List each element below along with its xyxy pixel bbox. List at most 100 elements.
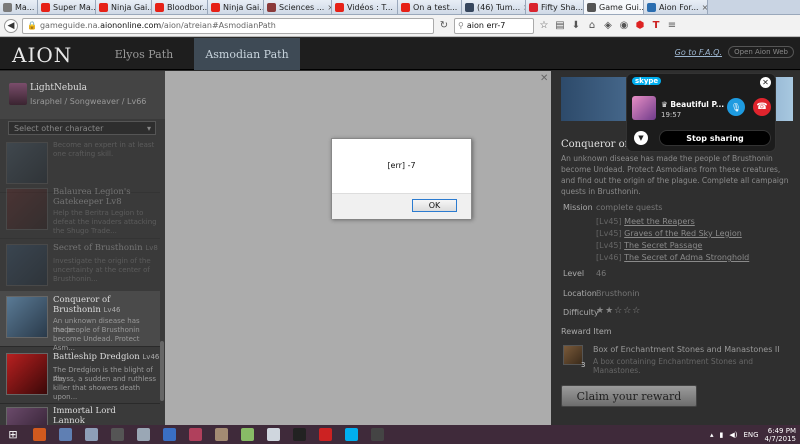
quest-item-description: Become an expert in at least [53,141,155,149]
microphone-icon[interactable]: 🎙 [727,98,745,116]
mission-quest-link[interactable]: [Lv45] Graves of the Red Sky Legion [596,229,742,238]
taskbar-app-icon[interactable] [156,425,182,444]
character-class: Israphel / Songweaver / Lv66 [30,97,147,106]
mission-quest-name: The Secret of Adma Stronghold [624,253,750,262]
mission-quest-link[interactable]: [Lv45] Meet the Reapers [596,217,695,226]
mission-quest-level: [Lv45] [596,217,622,226]
quest-item-level: Lv8 [145,244,158,252]
browser-tab[interactable]: (46) Tum...× [462,0,526,14]
sidebar-scrollbar[interactable] [160,341,164,401]
quest-list-item[interactable]: Conqueror of Brusthonin Lv46 An unknown di… [0,291,160,352]
tab-favicon-icon [335,2,344,12]
taskbar-app-icon[interactable] [286,425,312,444]
tab-asmodian-path[interactable]: Asmodian Path [194,38,300,70]
mission-value: complete quests [596,203,663,212]
adblock-icon[interactable]: ⬢ [634,20,646,32]
quest-item-description: Investigate the origin of the [53,257,151,265]
taskbar-app-icon[interactable] [130,425,156,444]
taskbar-app-icon[interactable] [78,425,104,444]
character-name: LightNebula [30,83,88,93]
character-select[interactable]: Select other character ▾ [8,121,156,135]
search-icon: ⚲ [458,21,464,30]
level-label: Level [563,269,585,278]
taskbar-app-icon[interactable] [104,425,130,444]
chat-icon[interactable]: ◉ [618,20,630,32]
hang-up-icon[interactable]: ☎ [753,98,771,116]
start-icon[interactable]: ⊞ [0,425,26,444]
reload-icon[interactable]: ↻ [438,20,450,32]
taskbar-app-icon[interactable] [364,425,390,444]
back-icon[interactable]: ◀ [4,18,18,33]
quest-item-title-text: Battleship Dredgion [53,352,140,362]
browser-tab[interactable]: Ninja Gai...× [208,0,264,14]
taskbar-app-glyph [162,428,176,441]
taskbar-app-glyph [370,428,384,441]
browser-tab[interactable]: Fifty Sha...× [526,0,584,14]
open-aion-web-button[interactable]: Open Aion Web [728,46,794,58]
taskbar-app-icon[interactable] [234,425,260,444]
quest-list-item[interactable]: Battleship Dredgion Lv46 The Dredgion is … [0,348,160,404]
taskbar-app-icon[interactable] [182,425,208,444]
quest-item-title-line2: Brusthonin [53,305,101,315]
browser-tab[interactable]: Game Gui...× [584,0,644,14]
network-icon[interactable]: ▮ [719,431,723,439]
screen: Ma...×Super Ma...×Ninja Gai...×Bloodbor.… [0,0,800,444]
tab-close-icon[interactable]: × [702,3,707,12]
browser-tab[interactable]: Aion For... × [644,0,708,14]
download-icon[interactable]: ⬇ [570,20,582,32]
taskbar-app-icon[interactable] [312,425,338,444]
faq-link[interactable]: Go to F.A.Q. [675,48,722,57]
quest-item-level: Lv46 [142,353,160,361]
browser-tab[interactable]: Super Ma...× [38,0,96,14]
taskbar-app-icon[interactable] [260,425,286,444]
clock[interactable]: 6:49 PM 4/7/2015 [765,427,796,443]
quest-item-title-text: Balaurea Legion's [53,187,131,197]
taskbar-app-icon[interactable] [338,425,364,444]
clock-time: 6:49 PM [767,426,796,435]
browser-tab[interactable]: On a test...× [398,0,462,14]
aion-logo[interactable]: AION [12,43,72,67]
quest-item-title-text: Secret of Brusthonin [53,243,143,253]
url-bar[interactable]: 🔒 gameguide.na. aiononline.com/aion/atrei… [22,17,434,34]
taskbar-app-icon[interactable] [208,425,234,444]
menu-icon[interactable]: ≡ [666,20,678,32]
tab-elyos-path[interactable]: Elyos Path [100,38,188,70]
translate-icon[interactable]: T [650,20,662,32]
taskbar-app-icon[interactable] [52,425,78,444]
browser-tab[interactable]: Vidéos : T...× [332,0,398,14]
volume-icon[interactable]: ◀) [729,431,737,439]
quest-thumbnail [6,353,48,395]
browser-tab[interactable]: Sciences ...× [264,0,332,14]
taskbar-app-glyph [318,428,332,441]
tab-favicon-icon [41,2,50,12]
star-icon[interactable]: ☆ [538,20,550,32]
browser-tab[interactable]: Ma...× [0,0,38,14]
caller-avatar [632,96,656,120]
url-prefix: gameguide.na. [39,21,101,30]
chevron-down-icon[interactable]: ▼ [634,131,648,145]
pocket-icon[interactable]: ◈ [602,20,614,32]
reading-list-icon[interactable]: ▤ [554,20,566,32]
quest-thumbnail [6,244,48,286]
claim-reward-button[interactable]: Claim your reward [561,385,697,407]
quest-list-item[interactable]: Secret of Brusthonin Lv8 Investigate the … [0,239,160,295]
quest-list-item[interactable]: Balaurea Legion's Gatekeeper Lv8 Help the … [0,183,160,239]
quest-item-title: Battleship Dredgion Lv46 [53,352,159,362]
browser-tab[interactable]: Ninja Gai...× [96,0,152,14]
ok-button[interactable]: OK [412,199,457,212]
tray-chevron-icon[interactable]: ▴ [710,431,714,439]
reward-box-icon [563,345,583,365]
skype-close-icon[interactable]: ✕ [760,77,771,88]
location-label: Location [563,289,597,298]
home-icon[interactable]: ⌂ [586,20,598,32]
clock-date: 4/7/2015 [764,434,796,443]
browser-tab[interactable]: Bloodbor...× [152,0,208,14]
taskbar-app-icon[interactable] [26,425,52,444]
close-icon[interactable]: ✕ [540,73,548,84]
mission-quest-link[interactable]: [Lv46] The Secret of Adma Stronghold [596,253,749,262]
search-input[interactable]: ⚲ aion err-7 [454,17,534,34]
stop-sharing-button[interactable]: Stop sharing [659,130,771,146]
taskbar-app-glyph [344,428,358,441]
language-indicator[interactable]: ENG [743,431,758,439]
mission-quest-link[interactable]: [Lv45] The Secret Passage [596,241,702,250]
